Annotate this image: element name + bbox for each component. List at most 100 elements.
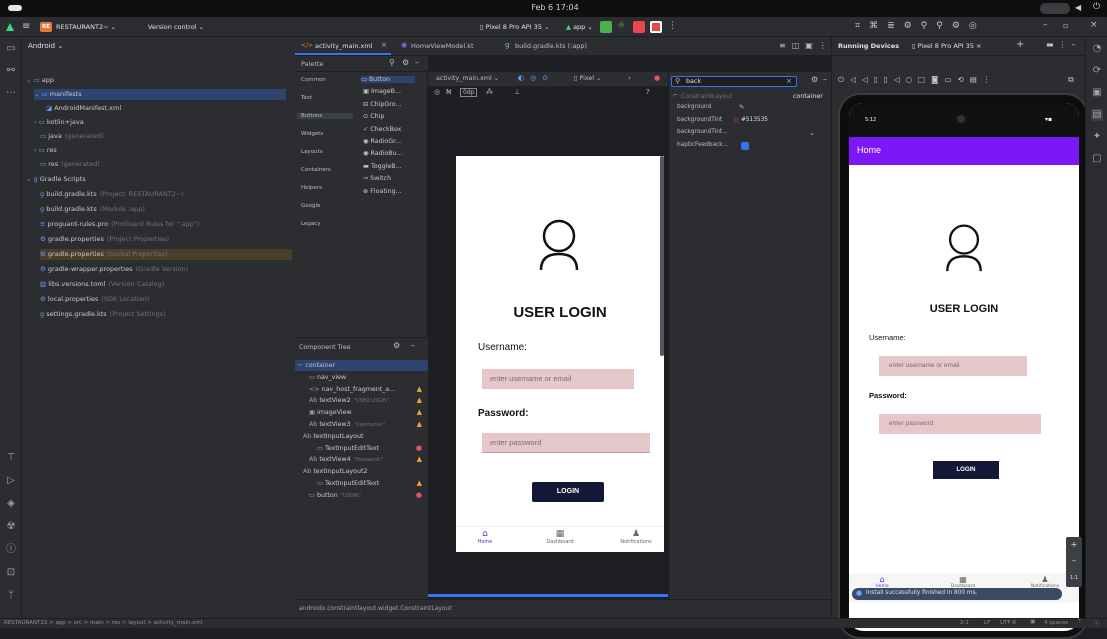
warning-icon[interactable]: ▲	[417, 395, 422, 406]
error-icon[interactable]: ●	[416, 443, 422, 454]
palette-item[interactable]: ⊟ ChipGro...	[363, 101, 402, 108]
warning-icon[interactable]: ▲	[417, 454, 422, 465]
system-tray[interactable]	[1040, 3, 1070, 14]
zoom-controls[interactable]: + –1:1	[1066, 537, 1082, 587]
notifications-icon[interactable]: ◔	[1091, 43, 1103, 55]
project-tree-item[interactable]: ⚙ local.properties (SDK Location)	[40, 294, 149, 305]
project-tree-item[interactable]: ▭ res (generated)	[40, 159, 100, 170]
volume-icon[interactable]: ◀	[1075, 3, 1081, 12]
palette-item[interactable]: ▭ Button	[361, 76, 415, 83]
palette-category[interactable]: Google	[301, 203, 320, 209]
project-tree-item[interactable]: › ▭ kotlin+java	[34, 117, 87, 128]
chevron-icon[interactable]: ⌄	[26, 175, 34, 183]
nav-home[interactable]: ⌂ Home	[867, 575, 897, 589]
run-tool-icon[interactable]: ▷	[5, 475, 17, 487]
palette-item[interactable]: ◉ RadioGr...	[363, 138, 401, 145]
component-tree-row[interactable]: ▭ button "LOGIN" ●	[295, 490, 428, 501]
device-selector[interactable]: ▯ Pixel 8 Pro API 35 ⌄	[480, 23, 550, 31]
palette-item[interactable]: ▬ ToggleB...	[363, 163, 402, 170]
project-tree-item[interactable]: ⚙ gradle-wrapper.properties (Gradle Versi…	[40, 264, 188, 275]
logcat-icon[interactable]: ☢	[5, 521, 17, 533]
apply-changes-button[interactable]	[600, 21, 612, 33]
more-icon[interactable]: ⋮	[668, 21, 677, 31]
main-menu-icon[interactable]: ≡	[22, 21, 30, 32]
project-tree-item[interactable]: › ▭ res	[34, 145, 60, 156]
palette-item[interactable]: ▣ ImageB...	[363, 88, 401, 95]
device-explorer-icon[interactable]: ▢	[1091, 153, 1103, 165]
power-icon[interactable]: ⏻	[1093, 2, 1100, 12]
attribute-value[interactable]: #513535	[741, 117, 768, 123]
clear-search-icon[interactable]: ×	[786, 77, 792, 85]
project-tree-item[interactable]: ⌄ ɡ Gradle Scripts	[26, 174, 89, 185]
device-manager-button[interactable]	[650, 21, 662, 33]
palette-category[interactable]: Helpers	[301, 185, 322, 191]
file-dropdown[interactable]: activity_main.xml ⌄	[436, 75, 499, 82]
vcs-dropdown[interactable]: Version control ⌄	[148, 23, 204, 31]
project-tree-item[interactable]: ≡ proguard-rules.pro (ProGuard Rules for …	[40, 219, 199, 230]
error-icon[interactable]: ●	[416, 490, 422, 501]
minimize-panel-icon[interactable]: –	[823, 75, 827, 84]
tab-activity-main[interactable]: </> activity_main.xml ×	[295, 37, 391, 55]
terminal-icon[interactable]: ⊡	[5, 567, 17, 579]
palette-item[interactable]: ✓ CheckBox	[363, 126, 401, 133]
system-datetime[interactable]: Feb 6 17:04	[510, 3, 600, 12]
commit-tool-icon[interactable]: ⚯	[5, 65, 17, 77]
autoconnect-icon[interactable]: Ꞥ	[446, 88, 451, 96]
chevron-right-icon[interactable]: ›	[628, 74, 631, 82]
maximize-button[interactable]: ▫	[1063, 21, 1068, 30]
project-tree-item[interactable]: ▭ java (generated)	[40, 131, 104, 142]
gear-icon[interactable]: ⚙	[402, 58, 409, 67]
project-view-dropdown[interactable]: Android ⌄	[28, 42, 63, 50]
device-dropdown[interactable]: ▯ Pixel ⌄	[574, 75, 601, 82]
component-tree-row[interactable]: Ab textInputLayout2	[295, 466, 428, 477]
running-devices-icon[interactable]: ▤	[1091, 109, 1103, 121]
nav-dashboard[interactable]: ▦ Dashboard	[542, 529, 578, 545]
git-tool-icon[interactable]: ᛘ	[5, 590, 17, 602]
nav-notifications[interactable]: ♟ Notifications	[1023, 575, 1067, 589]
device-controls-toolbar[interactable]: ⏻◁◁▯▯◁○□◙▭⟲▤⋮	[838, 75, 996, 85]
canvas-hscroll[interactable]	[428, 594, 668, 597]
info-icon[interactable]: ⓘ	[1094, 619, 1100, 627]
minimize-button[interactable]: –	[1043, 20, 1048, 30]
line-separator[interactable]: LF	[984, 620, 990, 626]
login-button[interactable]: LOGIN	[532, 482, 604, 502]
palette-category[interactable]: Containers	[301, 167, 331, 173]
chevron-icon[interactable]: ⌄	[34, 90, 42, 98]
gemini-icon[interactable]: ⟳	[1091, 65, 1103, 77]
palette-category[interactable]: Text	[301, 95, 312, 101]
close-tab-icon[interactable]: ×	[381, 41, 387, 49]
file-encoding[interactable]: UTF-8	[1000, 620, 1016, 626]
attributes-search[interactable]: ⚲ back ×	[671, 76, 797, 87]
breadcrumb[interactable]: RESTAURANT22 > app > src > main > res > …	[4, 620, 202, 626]
default-margin-field[interactable]: 0dp	[460, 88, 478, 97]
component-tree-row[interactable]: ▭ TextInputEditText ●	[295, 443, 428, 454]
palette-item[interactable]: ⊙ Chip	[363, 113, 384, 120]
layout-preview[interactable]: USER LOGIN Username: enter username or e…	[456, 156, 664, 552]
component-tree-row[interactable]: Ab textInputLayout	[295, 431, 428, 442]
app-inspection-icon[interactable]: ◈	[5, 498, 17, 510]
design-mode-icons[interactable]: ◐◎⊙	[518, 74, 554, 82]
password-input[interactable]: enter password	[879, 414, 1041, 434]
stop-button[interactable]	[633, 21, 645, 33]
username-input[interactable]: enter username or email	[482, 369, 634, 389]
lock-icon[interactable]: ▣	[1030, 619, 1035, 625]
project-tree-item[interactable]: ⌄ ▭ manifests	[34, 89, 286, 100]
component-tree-row[interactable]: Ab textView2 "USER LOGIN" ▲	[295, 395, 428, 406]
palette-category[interactable]: Layouts	[301, 149, 323, 155]
indent-setting[interactable]: 4 spaces	[1044, 620, 1068, 626]
tab-homeviewmodel[interactable]: ◉ HomeViewModel.kt	[397, 37, 493, 55]
build-tool-icon[interactable]: ⊤	[5, 452, 17, 464]
warning-icon[interactable]: ▲	[417, 407, 422, 418]
gear-icon[interactable]: ⚙	[811, 75, 818, 84]
login-button[interactable]: LOGIN	[933, 461, 999, 479]
search-icon[interactable]: ⚲	[389, 58, 395, 67]
project-name-dropdown[interactable]: RESTAURANT2~ ⌄	[56, 23, 116, 31]
color-swatch[interactable]	[733, 117, 739, 123]
align-icon[interactable]: ⊥	[514, 88, 520, 96]
tab-build-gradle[interactable]: ɡ build.gradle.kts (:app)	[501, 37, 611, 55]
pencil-icon[interactable]: ✎	[739, 103, 744, 111]
project-tree-item[interactable]: ⚙ gradle.properties (Project Properties)	[40, 234, 169, 245]
palette-category[interactable]: Legacy	[301, 221, 321, 227]
project-tree-item[interactable]: ɡ build.gradle.kts (Project: RESTAURANT2~…	[40, 189, 184, 200]
warning-icon[interactable]: ▲	[417, 478, 422, 489]
